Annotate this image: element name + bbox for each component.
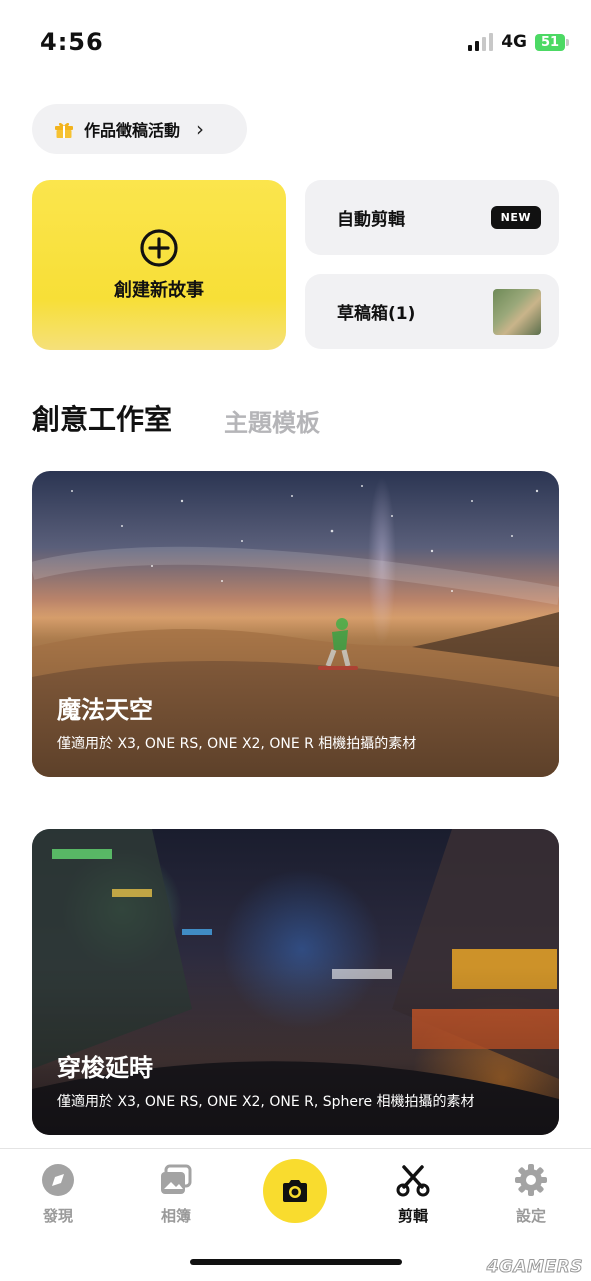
template-subtitle: 僅適用於 X3, ONE RS, ONE X2, ONE R 相機拍攝的素材 xyxy=(57,736,417,752)
network-type: 4G xyxy=(501,32,527,52)
plus-circle-icon xyxy=(140,229,178,267)
auto-edit-label: 自動剪輯 xyxy=(337,210,405,230)
album-icon xyxy=(161,1164,192,1194)
camera-button[interactable] xyxy=(263,1159,327,1223)
drafts-button[interactable]: 草稿箱(1) xyxy=(305,274,559,349)
nav-label-settings: 設定 xyxy=(515,1207,546,1225)
create-story-label: 創建新故事 xyxy=(114,280,204,301)
compass-icon xyxy=(42,1164,74,1196)
create-story-button[interactable]: 創建新故事 xyxy=(32,180,286,350)
nav-label-edit: 剪輯 xyxy=(397,1207,428,1225)
scissors-icon xyxy=(396,1165,430,1197)
template-subtitle: 僅適用於 X3, ONE RS, ONE X2, ONE R, Sphere 相… xyxy=(57,1094,475,1110)
battery-level: 51 xyxy=(535,33,565,51)
status-indicators: 4G 51 xyxy=(468,32,569,52)
watermark: 4GAMERS xyxy=(486,1257,583,1278)
nav-item-discover[interactable]: 發現 xyxy=(13,1163,103,1226)
gear-icon xyxy=(515,1164,547,1196)
signal-icon xyxy=(468,33,494,51)
nav-item-album[interactable]: 相簿 xyxy=(131,1163,221,1226)
promo-button[interactable]: 作品徵稿活動 › xyxy=(32,104,247,154)
new-badge: NEW xyxy=(490,206,541,229)
battery-icon: 51 xyxy=(535,33,569,51)
status-time: 4:56 xyxy=(40,28,104,56)
home-indicator xyxy=(190,1259,402,1265)
promo-label: 作品徵稿活動 xyxy=(84,121,181,140)
chevron-right-icon: › xyxy=(196,117,205,141)
nav-label-album: 相簿 xyxy=(160,1207,191,1225)
nav-item-edit[interactable]: 剪輯 xyxy=(368,1163,458,1226)
template-card-hyperlapse[interactable]: 穿梭延時 僅適用於 X3, ONE RS, ONE X2, ONE R, Sph… xyxy=(32,829,559,1135)
template-card-magic-sky[interactable]: 魔法天空 僅適用於 X3, ONE RS, ONE X2, ONE R 相機拍攝… xyxy=(32,471,559,777)
template-title: 魔法天空 xyxy=(57,696,153,724)
tab-theme-templates[interactable]: 主題模板 xyxy=(224,403,320,438)
gift-icon xyxy=(55,122,73,138)
nav-label-discover: 發現 xyxy=(42,1207,73,1225)
drafts-label: 草稿箱(1) xyxy=(337,304,416,324)
camera-icon xyxy=(283,1180,307,1202)
template-title: 穿梭延時 xyxy=(57,1054,153,1082)
nav-item-settings[interactable]: 設定 xyxy=(486,1163,576,1226)
draft-thumbnail xyxy=(493,288,541,335)
auto-edit-button[interactable]: 自動剪輯 NEW xyxy=(305,180,559,255)
tab-creative-studio[interactable]: 創意工作室 xyxy=(32,398,172,438)
